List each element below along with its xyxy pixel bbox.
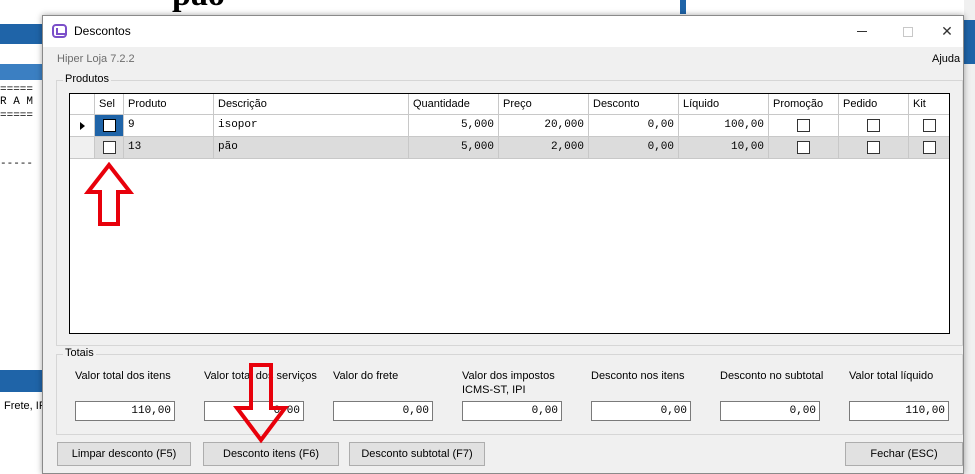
quantidade-cell[interactable]: 5,000 (409, 137, 499, 159)
pedido-checkbox[interactable] (867, 141, 880, 154)
background-blue-bar (0, 24, 42, 44)
table-row[interactable]: 13 pão 5,000 2,000 0,00 10,00 (70, 137, 949, 159)
background-receipt-line: ===== (0, 110, 34, 122)
current-row-arrow-icon (79, 121, 85, 130)
produto-cell[interactable]: 13 (124, 137, 214, 159)
preco-cell[interactable]: 20,000 (499, 115, 589, 137)
desconto-itens-button[interactable]: Desconto itens (F6) (203, 442, 339, 466)
desconto-itens-label: Desconto nos itens (591, 370, 685, 382)
background-blue-bar (0, 64, 42, 80)
quantidade-cell[interactable]: 5,000 (409, 115, 499, 137)
total-liquido-field[interactable]: 110,00 (849, 401, 949, 421)
version-label: Hiper Loja 7.2.2 (57, 53, 135, 65)
descontos-dialog: Descontos ✕ Hiper Loja 7.2.2 Ajuda Produ… (42, 15, 964, 474)
kit-cell[interactable] (909, 115, 949, 137)
totais-group: Totais Valor total dos itens 110,00 Valo… (56, 347, 963, 435)
sel-checkbox[interactable] (102, 141, 116, 154)
background-blue-bar (964, 20, 975, 64)
promocao-checkbox[interactable] (797, 141, 810, 154)
background-receipt-line: ===== (0, 84, 34, 96)
valor-frete-field[interactable]: 0,00 (333, 401, 433, 421)
produtos-group-label: Produtos (63, 73, 112, 85)
produtos-group: Produtos Sel Produto Descrição Quantidad… (56, 73, 963, 346)
sel-checkbox-cell[interactable] (95, 115, 124, 137)
background-frete-label: Frete, IP (4, 400, 47, 412)
row-indicator[interactable] (70, 115, 95, 137)
total-itens-field[interactable]: 110,00 (75, 401, 175, 421)
column-header-promocao[interactable]: Promoção (769, 94, 839, 115)
totais-group-label: Totais (63, 347, 96, 359)
grid-empty-area (70, 159, 949, 333)
background-product-text: pão (172, 0, 225, 12)
background-receipt-line: ----- (0, 158, 34, 170)
background-blue-bar (0, 370, 42, 392)
produtos-grid: Sel Produto Descrição Quantidade Preço D… (69, 93, 950, 334)
desconto-cell[interactable]: 0,00 (589, 137, 679, 159)
background-right-edge (964, 0, 975, 474)
promocao-checkbox[interactable] (797, 119, 810, 132)
promocao-cell[interactable] (769, 137, 839, 159)
total-itens-label: Valor total dos itens (75, 370, 171, 382)
minimize-button[interactable] (839, 16, 885, 47)
liquido-cell[interactable]: 100,00 (679, 115, 769, 137)
kit-cell[interactable] (909, 137, 949, 159)
close-icon: ✕ (941, 23, 953, 39)
sel-checkbox[interactable] (102, 119, 116, 132)
desconto-subtotal-button[interactable]: Desconto subtotal (F7) (349, 442, 485, 466)
promocao-cell[interactable] (769, 115, 839, 137)
produto-cell[interactable]: 9 (124, 115, 214, 137)
title-bar[interactable]: Descontos ✕ (43, 16, 963, 47)
pedido-cell[interactable] (839, 137, 909, 159)
descricao-cell[interactable]: pão (214, 137, 409, 159)
maximize-button (885, 16, 931, 47)
valor-frete-label: Valor do frete (333, 370, 399, 382)
kit-checkbox[interactable] (922, 141, 936, 154)
window-title: Descontos (74, 24, 131, 38)
valor-impostos-field[interactable]: 0,00 (462, 401, 562, 421)
maximize-icon (903, 26, 913, 37)
grid-header: Sel Produto Descrição Quantidade Preço D… (70, 94, 949, 115)
kit-checkbox[interactable] (922, 119, 936, 132)
column-header-liquido[interactable]: Líquido (679, 94, 769, 115)
row-header-corner (70, 94, 95, 115)
minimize-icon (857, 31, 867, 32)
total-servicos-field[interactable]: 0,00 (204, 401, 304, 421)
background-blue-bar (680, 0, 686, 14)
fechar-button[interactable]: Fechar (ESC) (845, 442, 963, 466)
desconto-subtotal-label: Desconto no subtotal (720, 370, 824, 382)
pedido-checkbox[interactable] (867, 119, 880, 132)
total-liquido-label: Valor total líquido (849, 370, 934, 382)
table-row[interactable]: 9 isopor 5,000 20,000 0,00 100,00 (70, 115, 949, 137)
valor-impostos-label: Valor dos impostos ICMS-ST, IPI (462, 370, 555, 396)
desconto-cell[interactable]: 0,00 (589, 115, 679, 137)
sel-checkbox-cell[interactable] (95, 137, 124, 159)
column-header-kit[interactable]: Kit (909, 94, 949, 115)
column-header-desconto[interactable]: Desconto (589, 94, 679, 115)
column-header-pedido[interactable]: Pedido (839, 94, 909, 115)
row-indicator[interactable] (70, 137, 95, 159)
column-header-preco[interactable]: Preço (499, 94, 589, 115)
descricao-cell[interactable]: isopor (214, 115, 409, 137)
column-header-produto[interactable]: Produto (124, 94, 214, 115)
pedido-cell[interactable] (839, 115, 909, 137)
column-header-quantidade[interactable]: Quantidade (409, 94, 499, 115)
column-header-descricao[interactable]: Descrição (214, 94, 409, 115)
background-receipt-line: R A M (0, 96, 34, 108)
liquido-cell[interactable]: 10,00 (679, 137, 769, 159)
desconto-subtotal-field[interactable]: 0,00 (720, 401, 820, 421)
limpar-desconto-button[interactable]: Limpar desconto (F5) (57, 442, 191, 466)
hiper-app-icon (52, 24, 67, 38)
total-servicos-label: Valor total dos serviços (204, 370, 317, 382)
help-link[interactable]: Ajuda (932, 53, 960, 65)
close-button[interactable]: ✕ (931, 16, 963, 47)
column-header-sel[interactable]: Sel (95, 94, 124, 115)
preco-cell[interactable]: 2,000 (499, 137, 589, 159)
desconto-itens-field[interactable]: 0,00 (591, 401, 691, 421)
